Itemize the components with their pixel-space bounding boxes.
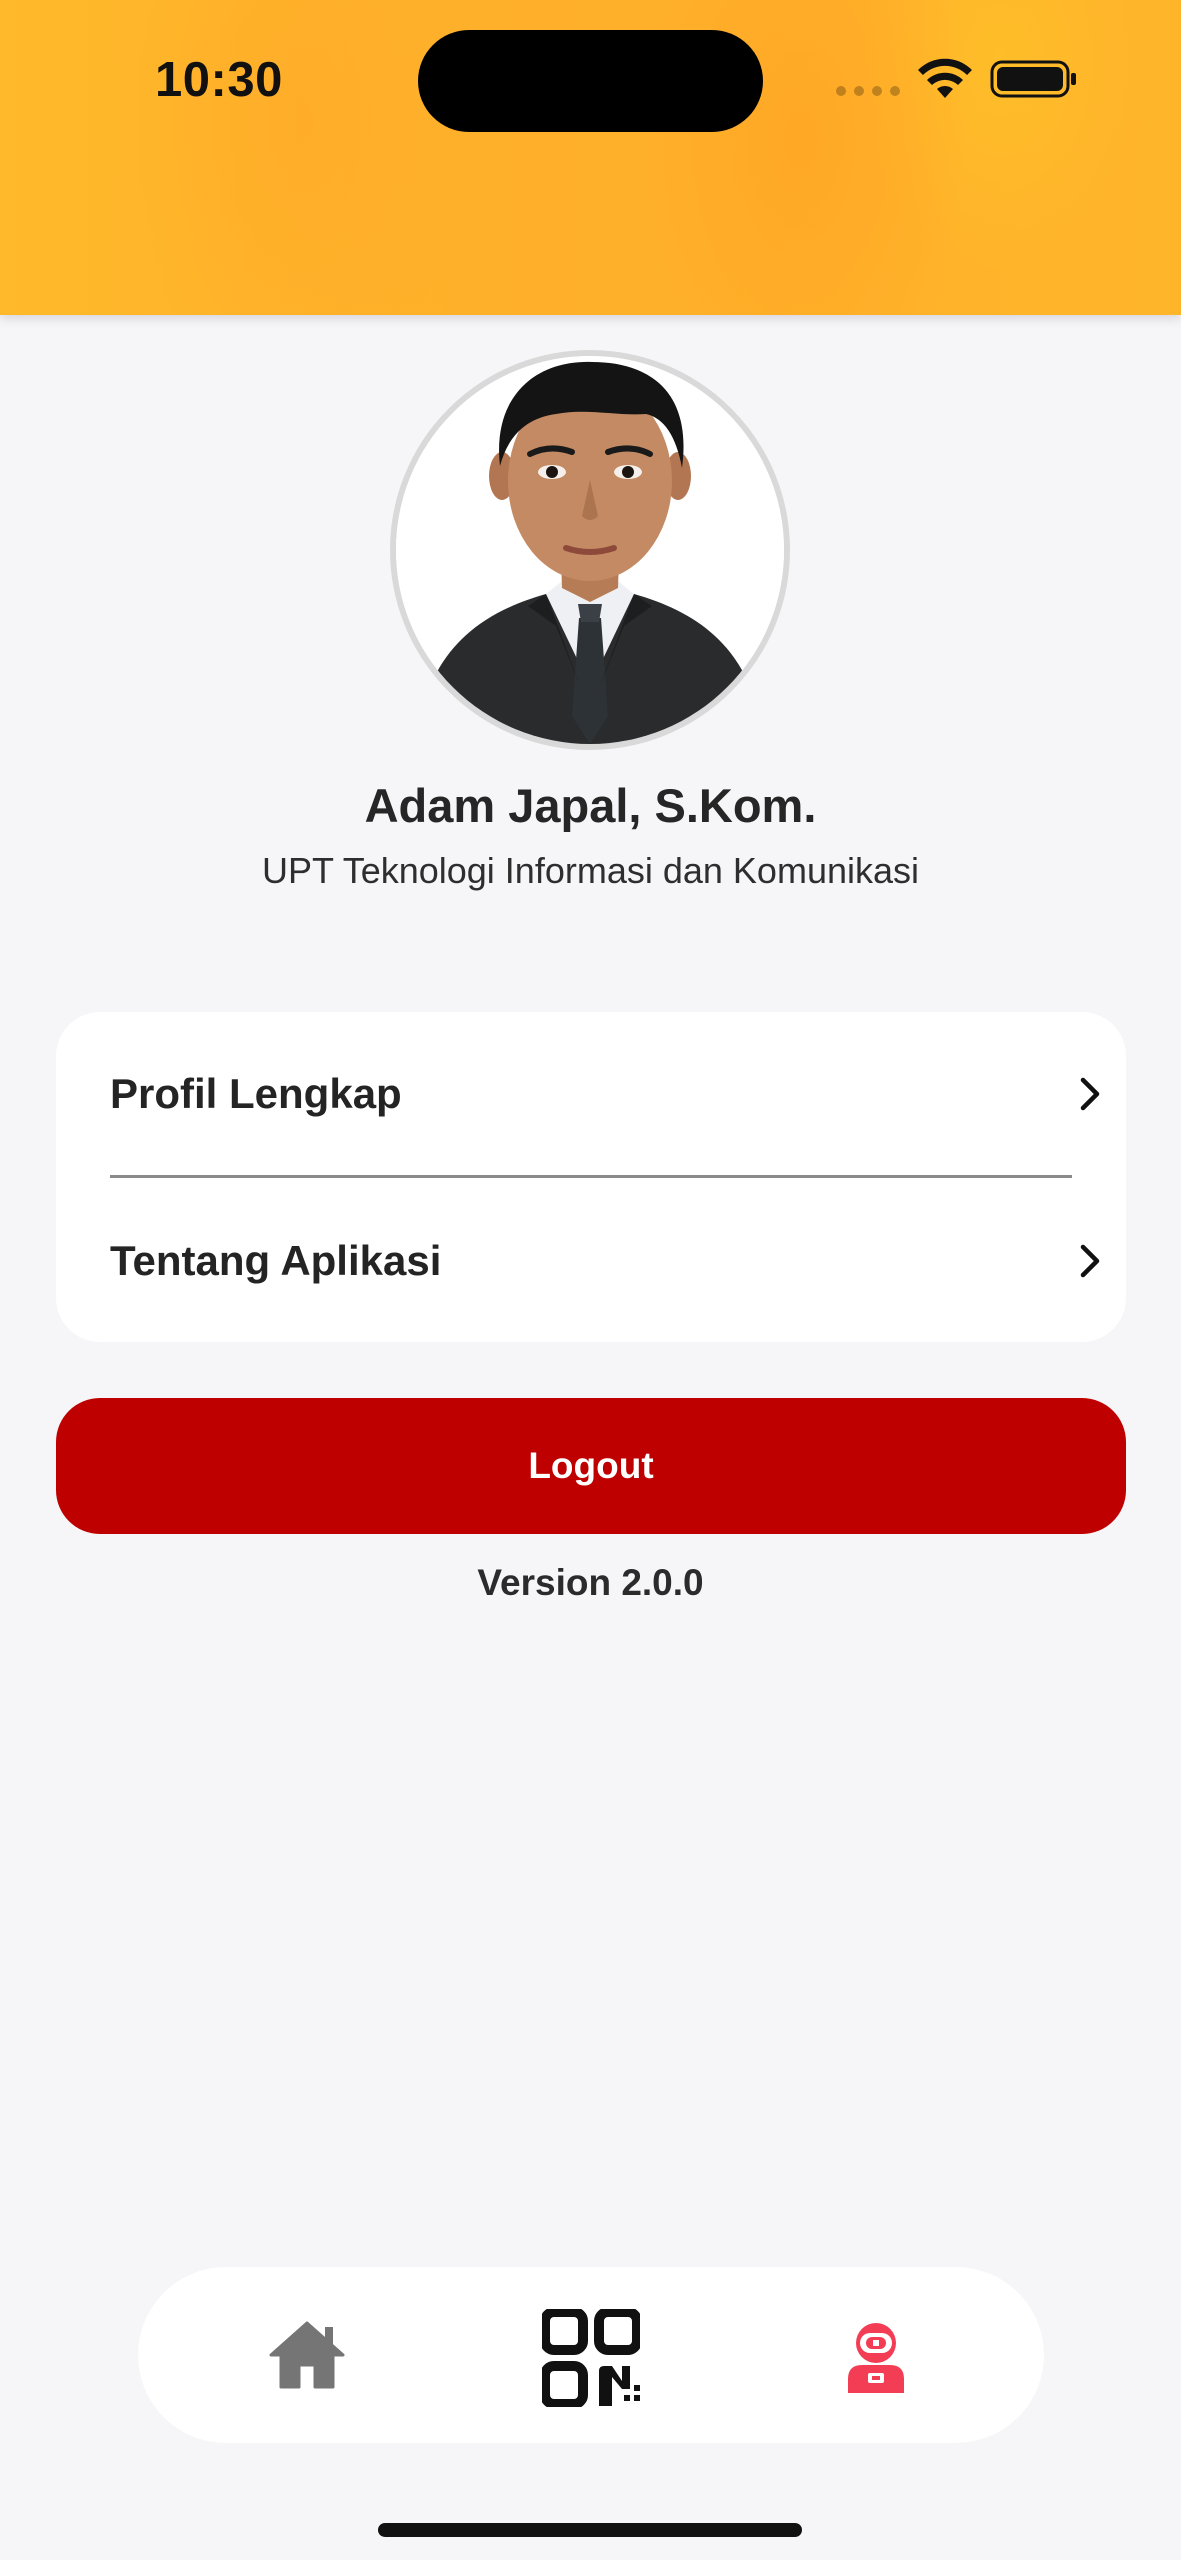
status-bar-time: 10:30 (155, 53, 283, 107)
cellular-signal-icon (836, 86, 900, 96)
user-name: Adam Japal, S.Kom. (364, 779, 817, 832)
astronaut-icon (848, 2323, 904, 2393)
app-version: Version 2.0.0 (477, 1562, 704, 1603)
menu-item-label: Profil Lengkap (110, 1070, 402, 1117)
header-banner: 10:30 (0, 0, 1181, 315)
home-indicator (378, 2523, 802, 2537)
qr-code-icon (542, 2309, 640, 2407)
chevron-right-icon (1080, 1244, 1100, 1278)
chevron-right-icon (1080, 1077, 1100, 1111)
menu-card: Profil Lengkap Tentang Aplikasi (56, 1012, 1126, 1342)
menu-item-label: Tentang Aplikasi (110, 1237, 442, 1284)
nav-scan-button[interactable] (491, 2267, 691, 2443)
logout-button[interactable]: Logout (56, 1398, 1126, 1534)
profile-avatar (390, 350, 790, 750)
user-photo-icon (396, 356, 784, 744)
menu-item-profil-lengkap[interactable]: Profil Lengkap (56, 1012, 1126, 1177)
battery-icon (990, 60, 1076, 98)
nav-profile-button[interactable] (776, 2267, 976, 2443)
profile-screen: 10:30 Adam Japal, S.Kom. UPT Teknologi I… (0, 0, 1181, 2560)
menu-item-tentang-aplikasi[interactable]: Tentang Aplikasi (56, 1177, 1126, 1342)
wifi-icon (918, 58, 972, 98)
dynamic-island (418, 30, 763, 132)
home-icon (269, 2321, 345, 2389)
nav-home-button[interactable] (206, 2267, 406, 2443)
user-unit: UPT Teknologi Informasi dan Komunikasi (262, 850, 919, 891)
bottom-navigation (138, 2267, 1044, 2443)
